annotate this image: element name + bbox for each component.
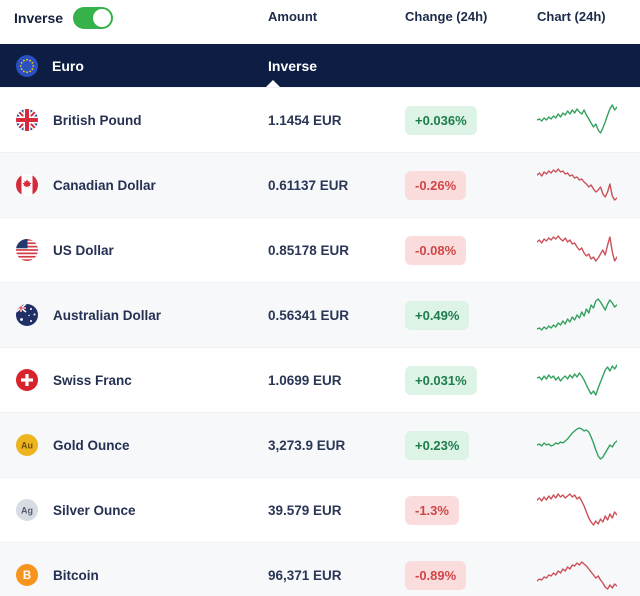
- amount-value: 0.56341 EUR: [268, 307, 350, 323]
- amount-value: 1.0699 EUR: [268, 372, 342, 388]
- svg-text:B: B: [23, 570, 31, 582]
- sparkline-chart: [536, 98, 618, 143]
- table-row[interactable]: US Dollar 0.85178 EUR -0.08%: [0, 217, 640, 282]
- base-currency-bar: Euro Inverse: [0, 44, 640, 87]
- table-row[interactable]: B Bitcoin 96,371 EUR -0.89%: [0, 542, 640, 596]
- amount-value: 39.579 EUR: [268, 502, 342, 518]
- base-inverse-label: Inverse: [268, 57, 318, 74]
- inverse-label: Inverse: [14, 10, 64, 26]
- amount-value: 3,273.9 EUR: [268, 437, 346, 453]
- inverse-control: Inverse: [0, 5, 268, 29]
- currency-rows: British Pound 1.1454 EUR +0.036% Canadia…: [0, 87, 640, 596]
- eu-flag-icon: [16, 54, 38, 77]
- change-badge: +0.031%: [405, 365, 477, 395]
- change-badge: -1.3%: [405, 495, 459, 525]
- table-header: Inverse Amount Change (24h) Chart (24h): [0, 0, 640, 44]
- table-row[interactable]: Au Gold Ounce 3,273.9 EUR +0.23%: [0, 412, 640, 477]
- change-badge: -0.89%: [405, 560, 467, 590]
- sparkline-chart: [536, 293, 618, 338]
- svg-text:Ag: Ag: [21, 506, 33, 516]
- change-badge: -0.08%: [405, 235, 467, 265]
- amount-value: 96,371 EUR: [268, 567, 342, 583]
- currency-name: Bitcoin: [53, 567, 99, 583]
- table-row[interactable]: Swiss Franc 1.0699 EUR +0.031%: [0, 347, 640, 412]
- currency-name: Gold Ounce: [53, 437, 130, 453]
- currency-name: Silver Ounce: [53, 502, 136, 518]
- column-header-change: Change (24h): [405, 9, 488, 24]
- change-badge: -0.26%: [405, 170, 467, 200]
- uk-flag-icon: [16, 109, 38, 131]
- currency-name: Canadian Dollar: [53, 177, 156, 193]
- svg-text:Au: Au: [21, 441, 33, 451]
- us-flag-icon: [16, 239, 38, 261]
- table-row[interactable]: Ag Silver Ounce 39.579 EUR -1.3%: [0, 477, 640, 542]
- silver-icon: Ag: [16, 499, 38, 521]
- sparkline-chart: [536, 163, 618, 208]
- sparkline-chart: [536, 358, 618, 403]
- table-row[interactable]: Canadian Dollar 0.61137 EUR -0.26%: [0, 152, 640, 217]
- currency-name: Australian Dollar: [53, 307, 162, 323]
- ca-flag-icon: [16, 174, 38, 196]
- amount-value: 0.61137 EUR: [268, 177, 349, 193]
- inverse-toggle[interactable]: [73, 7, 114, 29]
- sparkline-chart: [536, 488, 618, 533]
- gold-icon: Au: [16, 434, 38, 456]
- sparkline-chart: [536, 423, 618, 468]
- sparkline-chart: [536, 228, 618, 273]
- ch-flag-icon: [16, 369, 38, 391]
- currency-name: US Dollar: [53, 242, 114, 258]
- change-badge: +0.036%: [405, 105, 477, 135]
- bitcoin-icon: B: [16, 564, 38, 586]
- table-row[interactable]: British Pound 1.1454 EUR +0.036%: [0, 87, 640, 152]
- au-flag-icon: [16, 304, 38, 326]
- selected-column-caret: [266, 80, 280, 87]
- currency-name: Swiss Franc: [53, 372, 132, 388]
- change-badge: +0.23%: [405, 430, 470, 460]
- column-header-chart: Chart (24h): [537, 9, 606, 24]
- base-currency-name: Euro: [52, 57, 84, 74]
- table-row[interactable]: Australian Dollar 0.56341 EUR +0.49%: [0, 282, 640, 347]
- toggle-knob-icon: [93, 9, 112, 27]
- amount-value: 0.85178 EUR: [268, 242, 350, 258]
- amount-value: 1.1454 EUR: [268, 112, 342, 128]
- sparkline-chart: [536, 553, 618, 596]
- column-header-amount: Amount: [268, 9, 318, 24]
- change-badge: +0.49%: [405, 300, 470, 330]
- currency-name: British Pound: [53, 112, 142, 128]
